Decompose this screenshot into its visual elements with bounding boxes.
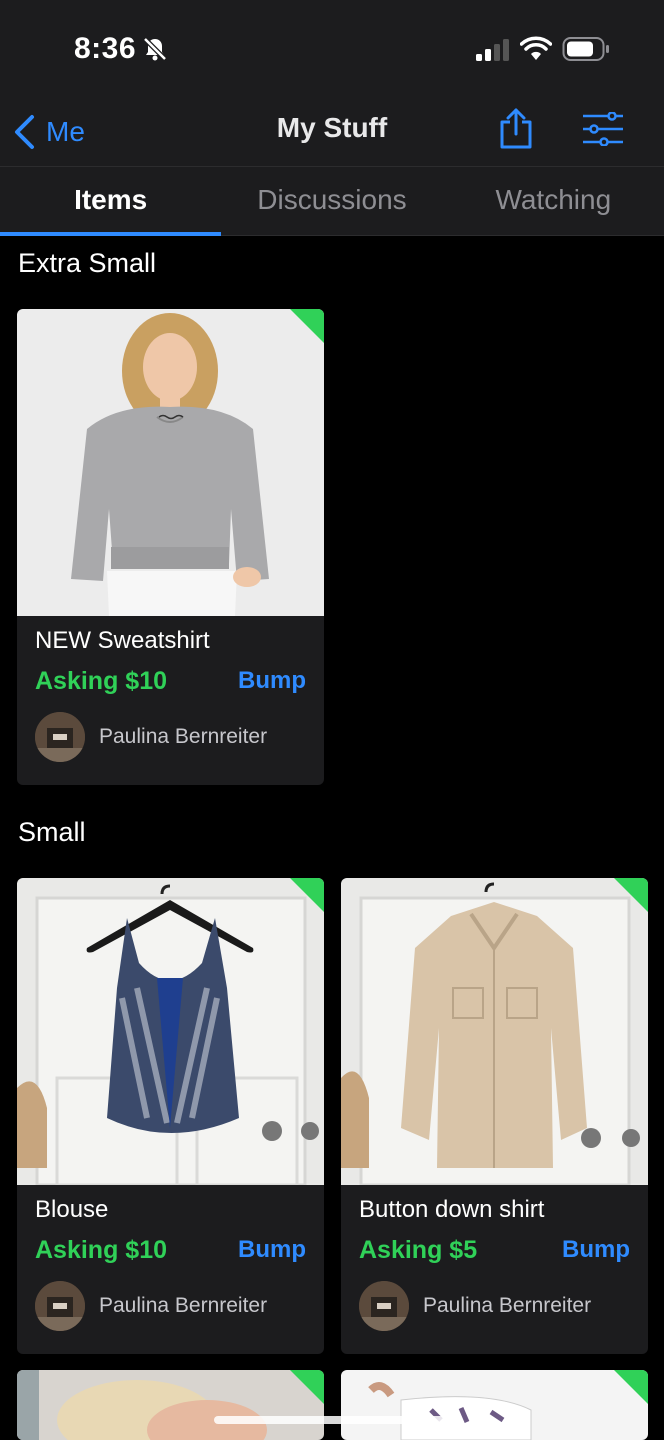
- status-corner-badge: [614, 1370, 648, 1404]
- seller-name: Paulina Bernreiter: [99, 1294, 268, 1317]
- tab-watching[interactable]: Watching: [443, 167, 664, 235]
- tab-bar: Items Discussions Watching: [0, 166, 664, 236]
- back-label: Me: [46, 116, 85, 147]
- bump-button[interactable]: Bump: [562, 1236, 630, 1264]
- cellular-signal-icon: [474, 38, 510, 67]
- avatar: [359, 1281, 409, 1331]
- bump-button[interactable]: Bump: [238, 667, 306, 695]
- item-card[interactable]: NEW Sweatshirt Asking $10 Bump Paulina B…: [17, 309, 324, 785]
- battery-icon: [562, 36, 610, 67]
- status-time: 8:36: [74, 32, 137, 65]
- item-photo-button-down-shirt: [341, 878, 648, 1185]
- item-title: Button down shirt: [359, 1196, 545, 1223]
- item-card[interactable]: Button down shirt Asking $5 Bump Paulina…: [341, 878, 648, 1354]
- status-bar: 8:36: [0, 0, 664, 100]
- bell-slash-icon: [142, 36, 168, 67]
- share-icon: [500, 108, 532, 149]
- avatar: [35, 712, 85, 762]
- item-title: NEW Sweatshirt: [35, 627, 210, 654]
- item-price: Asking $10: [35, 1236, 168, 1264]
- page-title: My Stuff: [276, 112, 388, 143]
- status-corner-badge: [290, 309, 324, 343]
- filter-button[interactable]: [580, 111, 626, 151]
- home-indicator[interactable]: [214, 1416, 450, 1424]
- status-corner-badge: [290, 878, 324, 912]
- tab-items[interactable]: Items: [0, 167, 222, 236]
- section-title-small: Small: [18, 817, 86, 847]
- bump-button[interactable]: Bump: [238, 1236, 306, 1264]
- item-title: Blouse: [35, 1196, 109, 1223]
- avatar: [35, 1281, 85, 1331]
- item-price: Asking $10: [35, 667, 168, 695]
- navigation-bar: Me My Stuff: [0, 100, 664, 166]
- back-button[interactable]: Me: [12, 110, 85, 154]
- wifi-icon: [519, 36, 553, 67]
- sliders-icon: [583, 111, 623, 147]
- status-corner-badge: [290, 1370, 324, 1404]
- section-title-extra-small: Extra Small: [18, 248, 157, 278]
- item-photo: [17, 1370, 324, 1440]
- share-button[interactable]: [496, 106, 536, 155]
- item-price: Asking $5: [359, 1236, 478, 1264]
- item-card[interactable]: [17, 1370, 324, 1440]
- status-corner-badge: [614, 878, 648, 912]
- seller-name: Paulina Bernreiter: [99, 725, 268, 748]
- item-photo-sweatshirt: [17, 309, 324, 616]
- chevron-left-icon: [15, 115, 34, 149]
- item-photo: [341, 1370, 648, 1440]
- item-card[interactable]: [341, 1370, 648, 1440]
- item-card[interactable]: Blouse Asking $10 Bump Paulina Bernreite…: [17, 878, 324, 1354]
- seller-name: Paulina Bernreiter: [423, 1294, 592, 1317]
- tab-discussions[interactable]: Discussions: [221, 167, 442, 235]
- item-photo-blouse: [17, 878, 324, 1185]
